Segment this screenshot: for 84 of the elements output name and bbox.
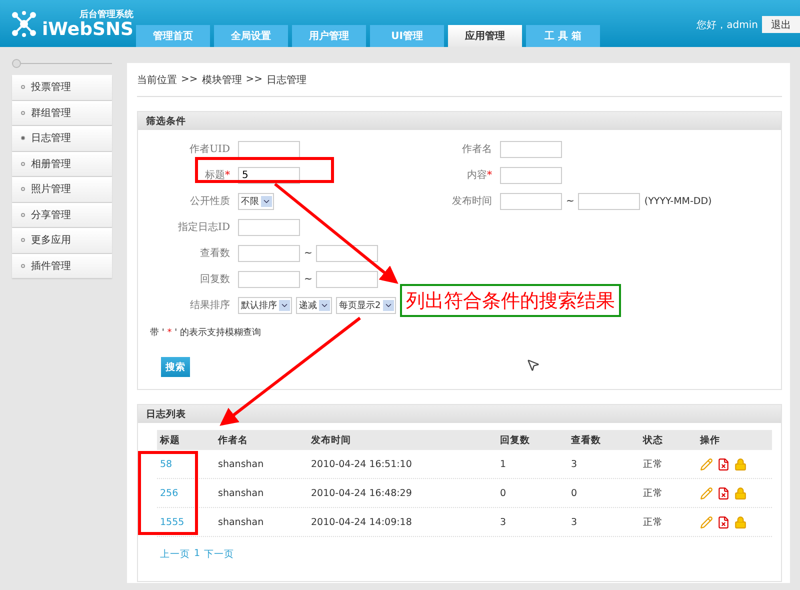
table-cell-text: 正常 — [643, 486, 664, 500]
delete-icon[interactable] — [717, 458, 730, 470]
field-label: 指定日志ID — [177, 220, 230, 235]
range-to-input[interactable] — [316, 271, 378, 288]
field-label: 作者名 — [461, 142, 492, 157]
dropdown-select[interactable]: 默认排序 — [238, 297, 292, 314]
range-separator: ~ — [304, 274, 312, 285]
range-from-input[interactable] — [238, 271, 300, 288]
sidebar-item[interactable]: 投票管理 — [12, 75, 112, 100]
table-cell-text: 1 — [500, 458, 508, 470]
panel-title: 日志列表 — [138, 405, 781, 423]
breadcrumb-text: 日志管理 — [266, 74, 307, 86]
dropdown-select[interactable]: 不限 — [238, 193, 274, 210]
field-label: 内容* — [466, 168, 492, 183]
cursor-icon — [526, 358, 540, 372]
field-label: 作者UID — [188, 142, 230, 157]
edit-icon[interactable] — [700, 458, 713, 470]
table-cell-text: 2010-04-24 16:51:10 — [311, 458, 413, 470]
edit-icon[interactable] — [700, 486, 713, 500]
nav-tab[interactable]: 应用管理 — [448, 25, 522, 47]
sidebar-item[interactable]: 照片管理 — [12, 177, 112, 202]
text-input[interactable] — [500, 141, 562, 158]
column-header: 发布时间 — [311, 434, 352, 446]
lock-icon[interactable] — [734, 486, 747, 500]
sidebar-item[interactable]: 群组管理 — [12, 100, 112, 125]
logo-subtitle: 后台管理系统 — [79, 8, 134, 21]
annotation-callout: 列出符合条件的搜索结果 — [400, 284, 621, 317]
collapse-handle[interactable] — [12, 59, 21, 68]
dropdown-select[interactable]: 每页显示2 — [336, 297, 396, 314]
fuzzy-search-note: 带 ' * ' 的表示支持模糊查询 — [149, 326, 262, 339]
greeting-text: 您好，admin — [696, 18, 758, 32]
sidebar-item[interactable]: 分享管理 — [12, 202, 112, 227]
field-label: 标题* — [204, 168, 230, 183]
text-input[interactable] — [238, 219, 300, 236]
column-header: 查看数 — [571, 434, 602, 446]
range-separator: ~ — [304, 248, 312, 259]
sidebar-item[interactable]: 插件管理 — [12, 254, 112, 278]
text-input[interactable] — [500, 167, 562, 184]
table-cell-text: 2010-04-24 16:48:29 — [311, 488, 413, 498]
table-cell-text: 3 — [571, 458, 578, 470]
table-cell-text: 正常 — [643, 516, 664, 528]
sidebar-item[interactable]: 日志管理 — [12, 126, 112, 150]
column-header: 作者名 — [218, 434, 249, 446]
breadcrumb-text: 当前位置 — [137, 74, 177, 86]
breadcrumb-text: >> — [181, 74, 198, 85]
lock-icon[interactable] — [734, 516, 747, 528]
logo-title: iWebSNS — [42, 21, 134, 39]
table-cell-text: 0 — [571, 488, 578, 498]
table-cell-text: shanshan — [218, 516, 265, 528]
column-header: 标题 — [160, 434, 181, 446]
field-label: 发布时间 — [451, 194, 492, 209]
sidebar-item[interactable]: 相册管理 — [12, 152, 112, 176]
range-from-input[interactable] — [500, 193, 562, 210]
table-cell-text: 正常 — [643, 458, 664, 470]
logout-button[interactable]: 退出 — [762, 16, 800, 33]
delete-icon[interactable] — [717, 486, 730, 500]
table-cell-text: 3 — [571, 516, 578, 528]
lock-icon[interactable] — [734, 458, 747, 470]
edit-icon[interactable] — [700, 516, 713, 528]
table-cell-text: 3 — [500, 516, 508, 528]
text-input[interactable] — [238, 141, 300, 158]
field-label: 结果排序 — [189, 298, 230, 313]
people-network-icon — [10, 10, 38, 38]
delete-icon[interactable] — [717, 516, 730, 528]
table-cell-text: shanshan — [218, 458, 265, 470]
breadcrumb-text: 模块管理 — [202, 74, 242, 86]
field-label: 回复数 — [199, 273, 230, 287]
range-separator: ~ — [566, 196, 574, 207]
field-label: 查看数 — [199, 246, 230, 261]
dropdown-select[interactable]: 递减 — [296, 297, 332, 314]
date-format-hint: (YYYY-MM-DD) — [644, 196, 712, 207]
column-header: 操作 — [700, 434, 721, 446]
column-header: 回复数 — [500, 434, 531, 446]
sidebar-item[interactable]: 更多应用 — [12, 228, 112, 252]
range-to-input[interactable] — [578, 193, 640, 210]
field-label: 公开性质 — [189, 194, 230, 209]
range-to-input[interactable] — [316, 245, 378, 262]
table-cell-text: 0 — [500, 488, 508, 498]
breadcrumb-text: >> — [246, 74, 263, 85]
column-header: 状态 — [643, 434, 664, 446]
panel-title: 筛选条件 — [138, 112, 781, 130]
range-from-input[interactable] — [238, 245, 300, 262]
table-cell-text: shanshan — [218, 488, 265, 498]
table-cell-text: 2010-04-24 14:09:18 — [311, 516, 413, 528]
